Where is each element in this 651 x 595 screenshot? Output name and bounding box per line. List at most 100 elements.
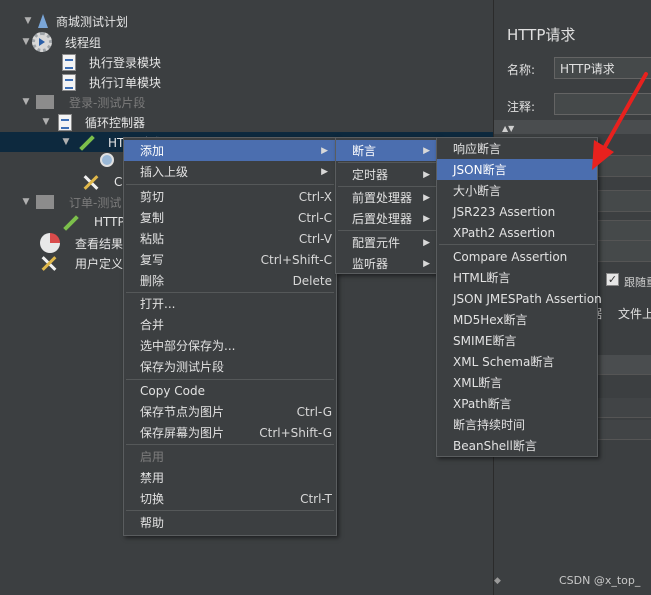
menu-item-save-selection-as[interactable]: 选中部分保存为...	[124, 335, 336, 356]
menu-item-cut[interactable]: 剪切 Ctrl-X	[124, 186, 336, 207]
menu-item-label: SMIME断言	[453, 334, 517, 348]
menu-item-duplicate[interactable]: 复写 Ctrl+Shift-C	[124, 249, 336, 270]
menu-item-timer[interactable]: 定时器 ▶	[336, 164, 438, 185]
add-submenu[interactable]: 断言 ▶ 定时器 ▶ 前置处理器 ▶ 后置处理器 ▶ 配置元件 ▶ 监听器 ▶	[335, 137, 439, 274]
menu-item-label: Copy Code	[140, 383, 205, 398]
menu-item-save-screen-image[interactable]: 保存屏幕为图片 Ctrl+Shift-G	[124, 422, 336, 443]
menu-item-pre-processor[interactable]: 前置处理器 ▶	[336, 187, 438, 208]
menu-item-copy[interactable]: 复制 Ctrl-C	[124, 207, 336, 228]
submenu-arrow-icon: ▶	[423, 213, 430, 224]
follow-redirects-checkbox[interactable]: ✓	[606, 273, 619, 286]
tree-node-login-fragment[interactable]: ▼ 登录-测试片段	[0, 92, 493, 112]
menu-item-label: 断言持续时间	[453, 418, 526, 432]
submenu-arrow-icon: ▶	[321, 166, 328, 177]
expand-arrow-icon[interactable]: ▼	[22, 16, 34, 26]
menu-item-assertions[interactable]: 断言 ▶	[336, 140, 438, 161]
tab-file-upload[interactable]: 文件上	[618, 305, 651, 322]
gear-icon	[32, 32, 52, 52]
resize-handle-icon[interactable]: ◆	[494, 576, 501, 586]
context-menu[interactable]: 添加 ▶ 插入上级 ▶ 剪切 Ctrl-X 复制 Ctrl-C 粘贴 Ctrl-V 复写 C…	[123, 137, 337, 536]
tree-node-login-module[interactable]: 执行登录模块	[0, 52, 493, 72]
menu-item-response-assertion[interactable]: 响应断言	[437, 138, 597, 159]
menu-item-compare-assertion[interactable]: Compare Assertion	[437, 246, 597, 267]
menu-item-xml-schema-assertion[interactable]: XML Schema断言	[437, 351, 597, 372]
menu-item-config-element[interactable]: 配置元件 ▶	[336, 232, 438, 253]
tree-node-order-module[interactable]: 执行订单模块	[0, 72, 493, 92]
menu-item-label: 保存节点为图片	[140, 405, 225, 419]
menu-shortcut: Delete	[292, 273, 332, 288]
panel-title: HTTP请求	[507, 26, 576, 44]
menu-item-label: 打开...	[140, 297, 176, 311]
path-field[interactable]	[594, 240, 651, 262]
expand-arrow-icon[interactable]: ▼	[20, 37, 32, 47]
menu-separator	[439, 244, 595, 245]
pie-icon	[40, 233, 60, 253]
submenu-arrow-icon: ▶	[321, 145, 328, 156]
tree-node-thread-group[interactable]: ▼ 线程组	[0, 32, 493, 52]
menu-item-xpath2-assertion[interactable]: XPath2 Assertion	[437, 222, 597, 243]
menu-item-label: MD5Hex断言	[453, 313, 528, 327]
menu-item-xpath-assertion[interactable]: XPath断言	[437, 393, 597, 414]
watermark: CSDN @x_top_	[559, 574, 641, 587]
script-icon	[58, 113, 72, 131]
menu-item-label: 保存为测试片段	[140, 360, 225, 374]
menu-item-beanshell-assertion[interactable]: BeanShell断言	[437, 435, 597, 456]
menu-item-json-assertion[interactable]: JSON断言	[437, 159, 597, 180]
magnifier-icon	[98, 152, 115, 169]
menu-item-merge[interactable]: 合并	[124, 314, 336, 335]
menu-item-listener[interactable]: 监听器 ▶	[336, 253, 438, 274]
tree-node-test-plan[interactable]: ▼ 商城测试计划	[0, 11, 493, 31]
menu-item-duration-assertion[interactable]: 断言持续时间	[437, 414, 597, 435]
menu-item-toggle[interactable]: 切换 Ctrl-T	[124, 488, 336, 509]
menu-item-label: XPath断言	[453, 397, 512, 411]
menu-shortcut: Ctrl-X	[298, 189, 332, 204]
expand-arrow-icon[interactable]: ▼	[40, 117, 52, 127]
assertions-submenu[interactable]: 响应断言 JSON断言 大小断言 JSR223 Assertion XPath2…	[436, 137, 602, 457]
menu-item-delete[interactable]: 删除 Delete	[124, 270, 336, 291]
params-row[interactable]	[594, 398, 651, 418]
tree-node-label: 执行订单模块	[89, 75, 162, 90]
menu-item-open[interactable]: 打开...	[124, 293, 336, 314]
menu-item-copy-code[interactable]: Copy Code	[124, 380, 336, 401]
menu-item-save-as-fragment[interactable]: 保存为测试片段	[124, 356, 336, 377]
submenu-arrow-icon: ▶	[423, 192, 430, 203]
menu-item-label: BeanShell断言	[453, 439, 537, 453]
menu-item-disable[interactable]: 禁用	[124, 467, 336, 488]
params-row[interactable]	[594, 420, 651, 440]
menu-item-size-assertion[interactable]: 大小断言	[437, 180, 597, 201]
expand-arrow-icon[interactable]: ▼	[60, 137, 72, 147]
menu-item-paste[interactable]: 粘贴 Ctrl-V	[124, 228, 336, 249]
tree-node-loop-controller[interactable]: ▼ 循环控制器	[0, 112, 493, 132]
menu-item-insert-parent[interactable]: 插入上级 ▶	[124, 161, 336, 182]
submenu-arrow-icon: ▶	[423, 237, 430, 248]
menu-shortcut: Ctrl+Shift-G	[259, 425, 332, 440]
menu-item-label: 复制	[140, 211, 165, 225]
menu-item-label: 启用	[140, 450, 165, 464]
flask-icon	[34, 13, 51, 30]
expand-arrow-icon[interactable]: ▼	[20, 197, 32, 207]
expand-arrow-icon[interactable]: ▼	[20, 97, 32, 107]
menu-separator	[126, 444, 334, 445]
menu-item-html-assertion[interactable]: HTML断言	[437, 267, 597, 288]
menu-item-label: 添加	[140, 144, 165, 158]
tree-node-label: 用户定义	[75, 256, 124, 271]
menu-item-label: 复写	[140, 253, 165, 267]
menu-item-help[interactable]: 帮助	[124, 512, 336, 533]
collapse-arrows-icon[interactable]: ▲▼	[494, 124, 514, 133]
menu-item-label: JSON断言	[453, 163, 507, 177]
server-field[interactable]	[594, 190, 651, 212]
menu-item-save-node-image[interactable]: 保存节点为图片 Ctrl-G	[124, 401, 336, 422]
menu-item-xml-assertion[interactable]: XML断言	[437, 372, 597, 393]
menu-item-md5hex-assertion[interactable]: MD5Hex断言	[437, 309, 597, 330]
menu-item-jmespath-assertion[interactable]: JSON JMESPath Assertion	[437, 288, 602, 309]
method-field[interactable]	[594, 220, 651, 242]
tree-node-label: 执行登录模块	[89, 55, 162, 70]
menu-item-label: 定时器	[352, 168, 389, 182]
name-label: 名称:	[507, 63, 536, 77]
menu-item-post-processor[interactable]: 后置处理器 ▶	[336, 208, 438, 229]
menu-item-smime-assertion[interactable]: SMIME断言	[437, 330, 597, 351]
menu-item-label: JSON JMESPath Assertion	[453, 291, 602, 306]
menu-item-label: XPath2 Assertion	[453, 225, 556, 240]
menu-item-jsr223-assertion[interactable]: JSR223 Assertion	[437, 201, 597, 222]
menu-item-add[interactable]: 添加 ▶	[124, 140, 336, 161]
